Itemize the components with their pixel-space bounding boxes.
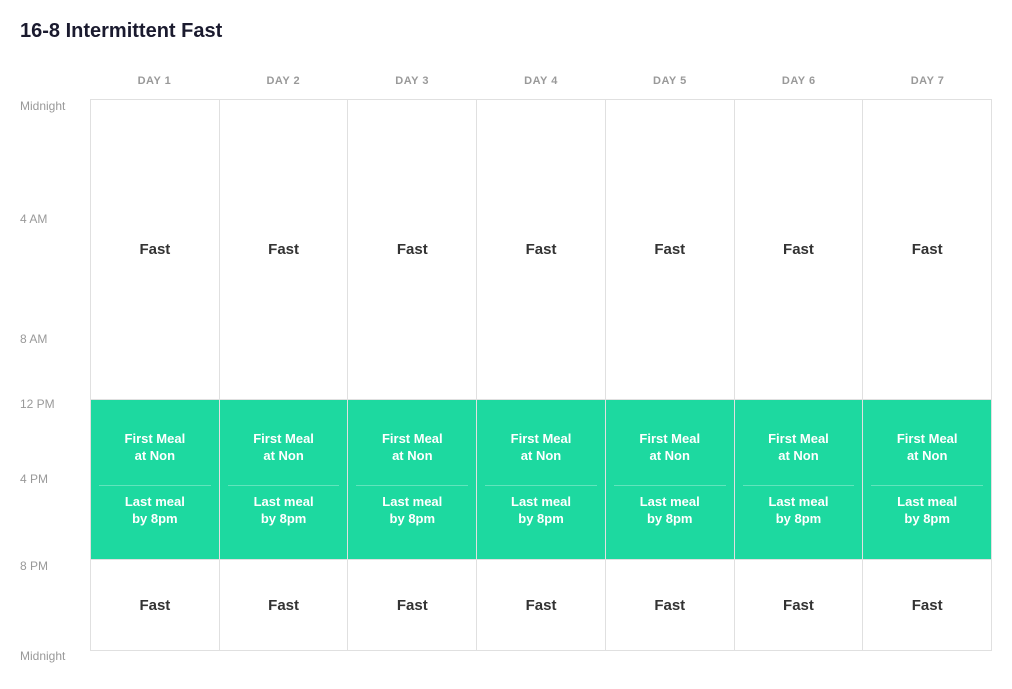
grid-area: DAY 1 DAY 2 DAY 3 DAY 4 DAY 5 DAY 6 DAY … [90, 63, 992, 669]
fast-cell-day4-bottom: Fast [477, 560, 606, 650]
last-meal-label-day6: Last mealby 8pm [768, 494, 828, 528]
last-meal-label-day7: Last mealby 8pm [897, 494, 957, 528]
eating-cell-day7: First Mealat Non Last mealby 8pm [863, 400, 991, 559]
fast-cell-day6-bottom: Fast [735, 560, 864, 650]
first-meal-label-day3: First Mealat Non [382, 431, 443, 465]
fast-row-bottom: Fast Fast Fast Fast Fast Fast Fast [91, 560, 991, 650]
eating-cell-day4: First Mealat Non Last mealby 8pm [477, 400, 606, 559]
time-label-8am: 8 AM [20, 279, 90, 399]
fast-cell-day3-bottom: Fast [348, 560, 477, 650]
time-axis: Midnight 4 AM 8 AM 12 PM 4 PM 8 PM Midni… [20, 63, 90, 669]
last-meal-label-day5: Last mealby 8pm [640, 494, 700, 528]
day-header-3: DAY 3 [348, 75, 477, 87]
fast-cell-day3-top: Fast [348, 100, 477, 399]
time-label-4am: 4 AM [20, 159, 90, 279]
eating-cell-day6: First Mealat Non Last mealby 8pm [735, 400, 864, 559]
page-title: 16-8 Intermittent Fast [20, 20, 992, 43]
fast-cell-day5-top: Fast [606, 100, 735, 399]
eating-cell-day1: First Mealat Non Last mealby 8pm [91, 400, 220, 559]
time-label-fast-bottom [20, 559, 90, 649]
eating-cell-day5: First Mealat Non Last mealby 8pm [606, 400, 735, 559]
first-meal-label-day4: First Mealat Non [511, 431, 572, 465]
day-header-6: DAY 6 [734, 75, 863, 87]
first-meal-label-day2: First Mealat Non [253, 431, 314, 465]
first-meal-label-day5: First Mealat Non [639, 431, 700, 465]
chart-container: Midnight 4 AM 8 AM 12 PM 4 PM 8 PM Midni… [20, 63, 992, 669]
last-meal-label-day1: Last mealby 8pm [125, 494, 185, 528]
fast-cell-day7-bottom: Fast [863, 560, 991, 650]
day-header-4: DAY 4 [477, 75, 606, 87]
fast-cell-day1-bottom: Fast [91, 560, 220, 650]
fast-cell-day2-top: Fast [220, 100, 349, 399]
first-meal-label-day7: First Mealat Non [897, 431, 958, 465]
day-header-5: DAY 5 [605, 75, 734, 87]
fast-cell-day7-top: Fast [863, 100, 991, 399]
fast-cell-day2-bottom: Fast [220, 560, 349, 650]
last-meal-label-day2: Last mealby 8pm [254, 494, 314, 528]
eating-cell-day2: First Mealat Non Last mealby 8pm [220, 400, 349, 559]
eating-row: First Mealat Non Last mealby 8pm First M… [91, 400, 991, 560]
first-meal-label-day6: First Mealat Non [768, 431, 829, 465]
day-header-1: DAY 1 [90, 75, 219, 87]
last-meal-label-day3: Last mealby 8pm [382, 494, 442, 528]
last-meal-label-day4: Last mealby 8pm [511, 494, 571, 528]
day-header-2: DAY 2 [219, 75, 348, 87]
fast-row-top: Fast Fast Fast Fast Fast Fast Fast [91, 100, 991, 400]
fast-cell-day1-top: Fast [91, 100, 220, 399]
day-headers: DAY 1 DAY 2 DAY 3 DAY 4 DAY 5 DAY 6 DAY … [90, 63, 992, 99]
time-label-midnight-bottom: Midnight [20, 649, 90, 669]
fast-cell-day4-top: Fast [477, 100, 606, 399]
day-header-7: DAY 7 [863, 75, 992, 87]
grid-rows: Fast Fast Fast Fast Fast Fast Fast First… [90, 99, 992, 651]
first-meal-label-day1: First Mealat Non [125, 431, 186, 465]
eating-cell-day3: First Mealat Non Last mealby 8pm [348, 400, 477, 559]
time-label-midnight-top: Midnight [20, 99, 90, 159]
fast-cell-day6-top: Fast [735, 100, 864, 399]
time-label-4pm: 4 PM [20, 399, 90, 559]
fast-cell-day5-bottom: Fast [606, 560, 735, 650]
